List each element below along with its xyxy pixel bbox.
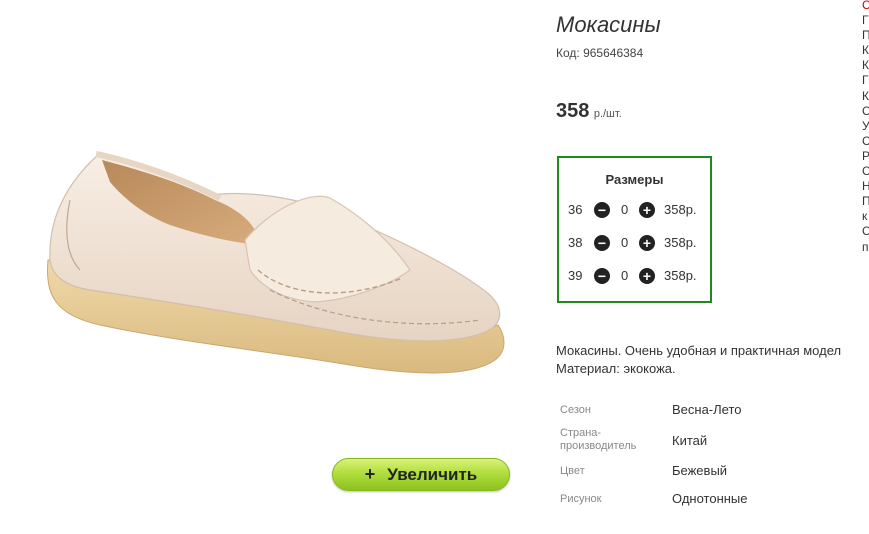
attribute-value: Однотонные <box>672 491 748 506</box>
attribute-value: Весна-Лето <box>672 402 742 417</box>
plus-circle-icon[interactable]: + <box>639 268 655 284</box>
plus-icon: + <box>364 464 376 484</box>
attribute-label: Рисунок <box>560 493 602 505</box>
right-column-item[interactable]: С <box>862 0 869 13</box>
product-title: Мокасины <box>556 12 661 37</box>
attribute-label: Цвет <box>560 465 585 477</box>
right-column-item[interactable]: П <box>862 194 869 209</box>
product-code: Код: 965646384 <box>556 46 644 60</box>
product-image[interactable] <box>30 120 530 440</box>
right-column-item[interactable]: С <box>862 134 869 149</box>
right-column-item[interactable]: С <box>862 164 869 179</box>
right-column-item[interactable]: С <box>862 104 869 119</box>
right-column-item[interactable]: к <box>862 209 869 224</box>
minus-circle-icon[interactable]: − <box>594 268 610 284</box>
quantity-value: 0 <box>621 268 629 283</box>
right-column-item[interactable]: К <box>862 89 869 104</box>
product-price: 358 р./шт. <box>556 100 622 123</box>
size-row-39: 39 − 0 + 358р. <box>559 266 710 286</box>
plus-circle-icon[interactable]: + <box>639 202 655 218</box>
right-column-item[interactable]: С <box>862 224 869 239</box>
attribute-value: Китай <box>672 433 708 448</box>
description-line: Мокасины. Очень удобная и практичная мод… <box>556 343 842 358</box>
attribute-label: Страна- производитель <box>560 427 637 452</box>
right-column-item[interactable]: К <box>862 43 869 58</box>
attribute-value: Бежевый <box>672 463 728 478</box>
quantity-value: 0 <box>621 202 629 217</box>
attribute-label: Сезон <box>560 404 591 416</box>
size-label: 36 <box>568 202 583 217</box>
product-description: Мокасины. Очень удобная и практичная мод… <box>556 342 841 378</box>
right-column-cropped-list: СГПККГКСУСРСНПкСп <box>862 0 869 255</box>
price-unit: р./шт. <box>593 108 622 120</box>
minus-circle-icon[interactable]: − <box>594 202 610 218</box>
zoom-button[interactable]: + Увеличить <box>332 458 510 491</box>
price-value: 358 <box>556 100 590 122</box>
size-row-38: 38 − 0 + 358р. <box>559 233 710 253</box>
plus-circle-icon[interactable]: + <box>639 235 655 251</box>
size-price: 358р. <box>664 268 697 283</box>
description-line: Материал: экокожа. <box>556 361 676 376</box>
right-column-item[interactable]: П <box>862 28 869 43</box>
size-price: 358р. <box>664 235 697 250</box>
right-column-item[interactable]: Г <box>862 73 869 88</box>
size-row-36: 36 − 0 + 358р. <box>559 200 710 220</box>
sizes-title: Размеры <box>605 172 664 187</box>
right-column-item[interactable]: Н <box>862 179 869 194</box>
minus-circle-icon[interactable]: − <box>594 235 610 251</box>
size-label: 38 <box>568 235 583 250</box>
size-price: 358р. <box>664 202 697 217</box>
right-column-item[interactable]: У <box>862 119 869 134</box>
loafer-shoe-image <box>47 151 505 374</box>
right-column-item[interactable]: Р <box>862 149 869 164</box>
quantity-value: 0 <box>621 235 629 250</box>
size-label: 39 <box>568 268 583 283</box>
right-column-item[interactable]: К <box>862 58 869 73</box>
right-column-item[interactable]: п <box>862 240 869 255</box>
sizes-panel: Размеры 36 − 0 + 358р. 38 − 0 + 358р. 39… <box>557 156 712 303</box>
right-column-item[interactable]: Г <box>862 13 869 28</box>
zoom-button-label: Увеличить <box>387 464 478 484</box>
